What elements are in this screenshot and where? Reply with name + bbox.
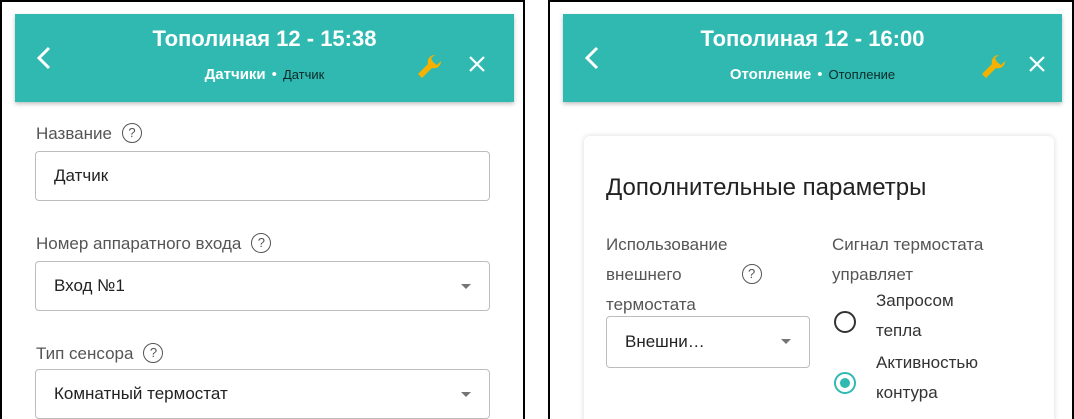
- radio-heat-request-text: Запросом: [876, 291, 954, 310]
- wrench-icon[interactable]: [979, 52, 1007, 80]
- sensor-type-label-text: Тип сенсора: [36, 344, 134, 363]
- header-title: Тополиная 12 - 15:38: [152, 26, 377, 51]
- header-title: Тополиная 12 - 16:00: [700, 26, 925, 51]
- close-icon[interactable]: [1027, 54, 1047, 74]
- sensor-settings-panel: Тополиная 12 - 15:38 Датчики • Датчик Назв…: [0, 0, 525, 419]
- help-icon[interactable]: ?: [251, 232, 272, 253]
- name-label-text: Название: [36, 124, 112, 143]
- app-header: Тополиная 12 - 15:38 Датчики • Датчик: [15, 14, 514, 102]
- help-icon[interactable]: ?: [143, 342, 164, 363]
- external-thermostat-select[interactable]: Внешни…: [606, 316, 810, 368]
- help-icon[interactable]: ?: [741, 263, 762, 284]
- additional-parameters-card: Дополнительные параметры Использование в…: [584, 136, 1054, 419]
- dropdown-caret-icon: [461, 284, 471, 289]
- breadcrumb-separator: •: [817, 66, 823, 83]
- sensor-type-label: Тип сенсора?: [36, 342, 164, 365]
- external-thermostat-label: Использование внешнего? термостата: [606, 230, 762, 320]
- sensor-type-value: Комнатный термостат: [54, 384, 228, 403]
- radio-heat-request-label[interactable]: Запросом тепла: [876, 286, 954, 346]
- hardware-input-label: Номер аппаратного входа?: [36, 232, 272, 255]
- hardware-input-label-text: Номер аппаратного входа: [36, 234, 242, 253]
- sensor-type-select[interactable]: Комнатный термостат: [35, 369, 490, 419]
- breadcrumb-separator: •: [271, 66, 277, 83]
- radio-heat-request-text: тепла: [876, 321, 922, 340]
- name-input-value: Датчик: [54, 166, 109, 185]
- radio-circuit-activity-text: контура: [876, 383, 938, 402]
- name-input[interactable]: Датчик: [35, 151, 490, 201]
- help-icon[interactable]: ?: [121, 122, 142, 143]
- external-thermostat-label-line: Использование: [606, 235, 728, 254]
- radio-icon[interactable]: [834, 311, 856, 333]
- breadcrumb-item: Отопление: [828, 67, 896, 82]
- breadcrumb-section[interactable]: Датчики: [205, 66, 266, 83]
- hardware-input-value: Вход №1: [54, 276, 125, 295]
- heating-settings-panel: Тополиная 12 - 16:00 Отопление • Отопление…: [548, 0, 1074, 419]
- external-thermostat-label-word: внешнего: [606, 265, 682, 284]
- name-label: Название?: [36, 122, 142, 145]
- external-thermostat-value: Внешни…: [625, 332, 705, 351]
- app-header: Тополиная 12 - 16:00 Отопление • Отопление: [563, 14, 1062, 102]
- external-thermostat-label-line: внешнего?: [606, 260, 762, 290]
- dropdown-caret-icon: [461, 392, 471, 397]
- breadcrumb-section[interactable]: Отопление: [730, 66, 811, 83]
- radio-icon[interactable]: [834, 372, 856, 394]
- wrench-icon[interactable]: [415, 52, 443, 80]
- radio-circuit-activity-label[interactable]: Активностью контура: [876, 348, 978, 408]
- radio-circuit-activity-text: Активностью: [876, 353, 979, 372]
- dropdown-caret-icon: [781, 339, 791, 344]
- hardware-input-select[interactable]: Вход №1: [35, 261, 490, 311]
- breadcrumb-item: Датчик: [282, 67, 325, 82]
- card-title: Дополнительные параметры: [606, 174, 927, 201]
- thermostat-signal-label: Сигнал термостата управляет: [832, 230, 983, 290]
- close-icon[interactable]: [467, 54, 487, 74]
- thermostat-signal-label-line: Сигнал термостата: [832, 235, 984, 254]
